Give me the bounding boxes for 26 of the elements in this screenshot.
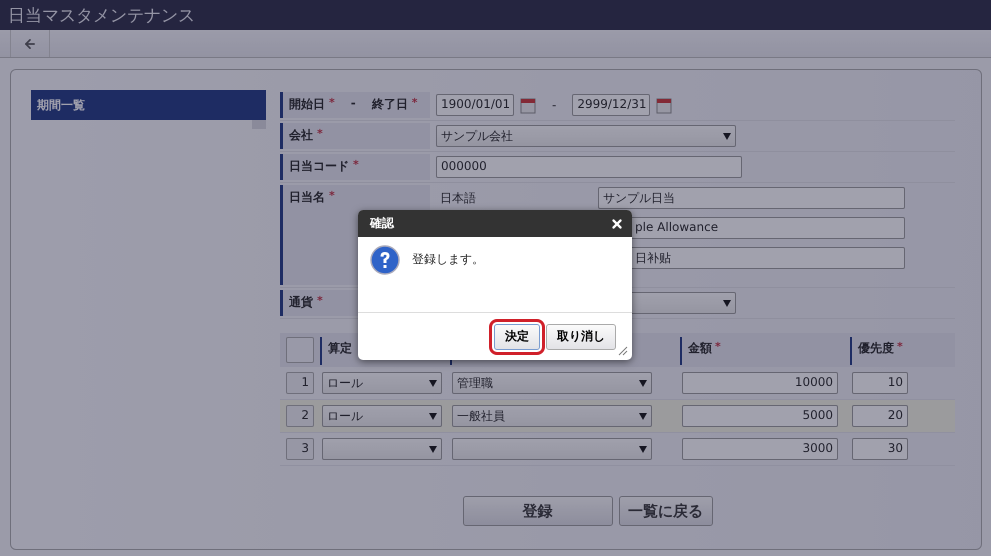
language-label: 日本語 — [439, 190, 477, 206]
required-mark: * — [353, 158, 359, 171]
range-separator: - — [552, 98, 556, 112]
label-separator: - — [350, 96, 356, 110]
dialog-title: 確認 — [370, 215, 394, 232]
required-mark: * — [897, 340, 903, 355]
label-text: 日当コード — [289, 158, 349, 175]
column-header: 金額 — [688, 340, 712, 357]
label-text: 通貨 — [289, 294, 313, 311]
row-number: 1 — [286, 372, 314, 394]
column-header: 算定 — [328, 340, 352, 357]
dialog-message: 登録します。 — [412, 251, 484, 268]
row-number: 2 — [286, 405, 314, 427]
label-text: 終了日 — [372, 96, 408, 113]
column-header: 優先度 — [858, 340, 894, 357]
required-mark: * — [317, 294, 323, 307]
label-text: 会社 — [289, 127, 313, 144]
row-number: 3 — [286, 438, 314, 460]
window-title: 日当マスタメンテナンス — [0, 0, 991, 30]
label-text: 開始日 — [289, 96, 325, 113]
required-mark: * — [317, 127, 323, 140]
required-mark: * — [329, 189, 335, 202]
required-mark: * — [412, 96, 418, 109]
label-text: 日当名 — [289, 189, 325, 206]
required-mark: * — [329, 96, 335, 109]
required-mark: * — [715, 340, 721, 355]
